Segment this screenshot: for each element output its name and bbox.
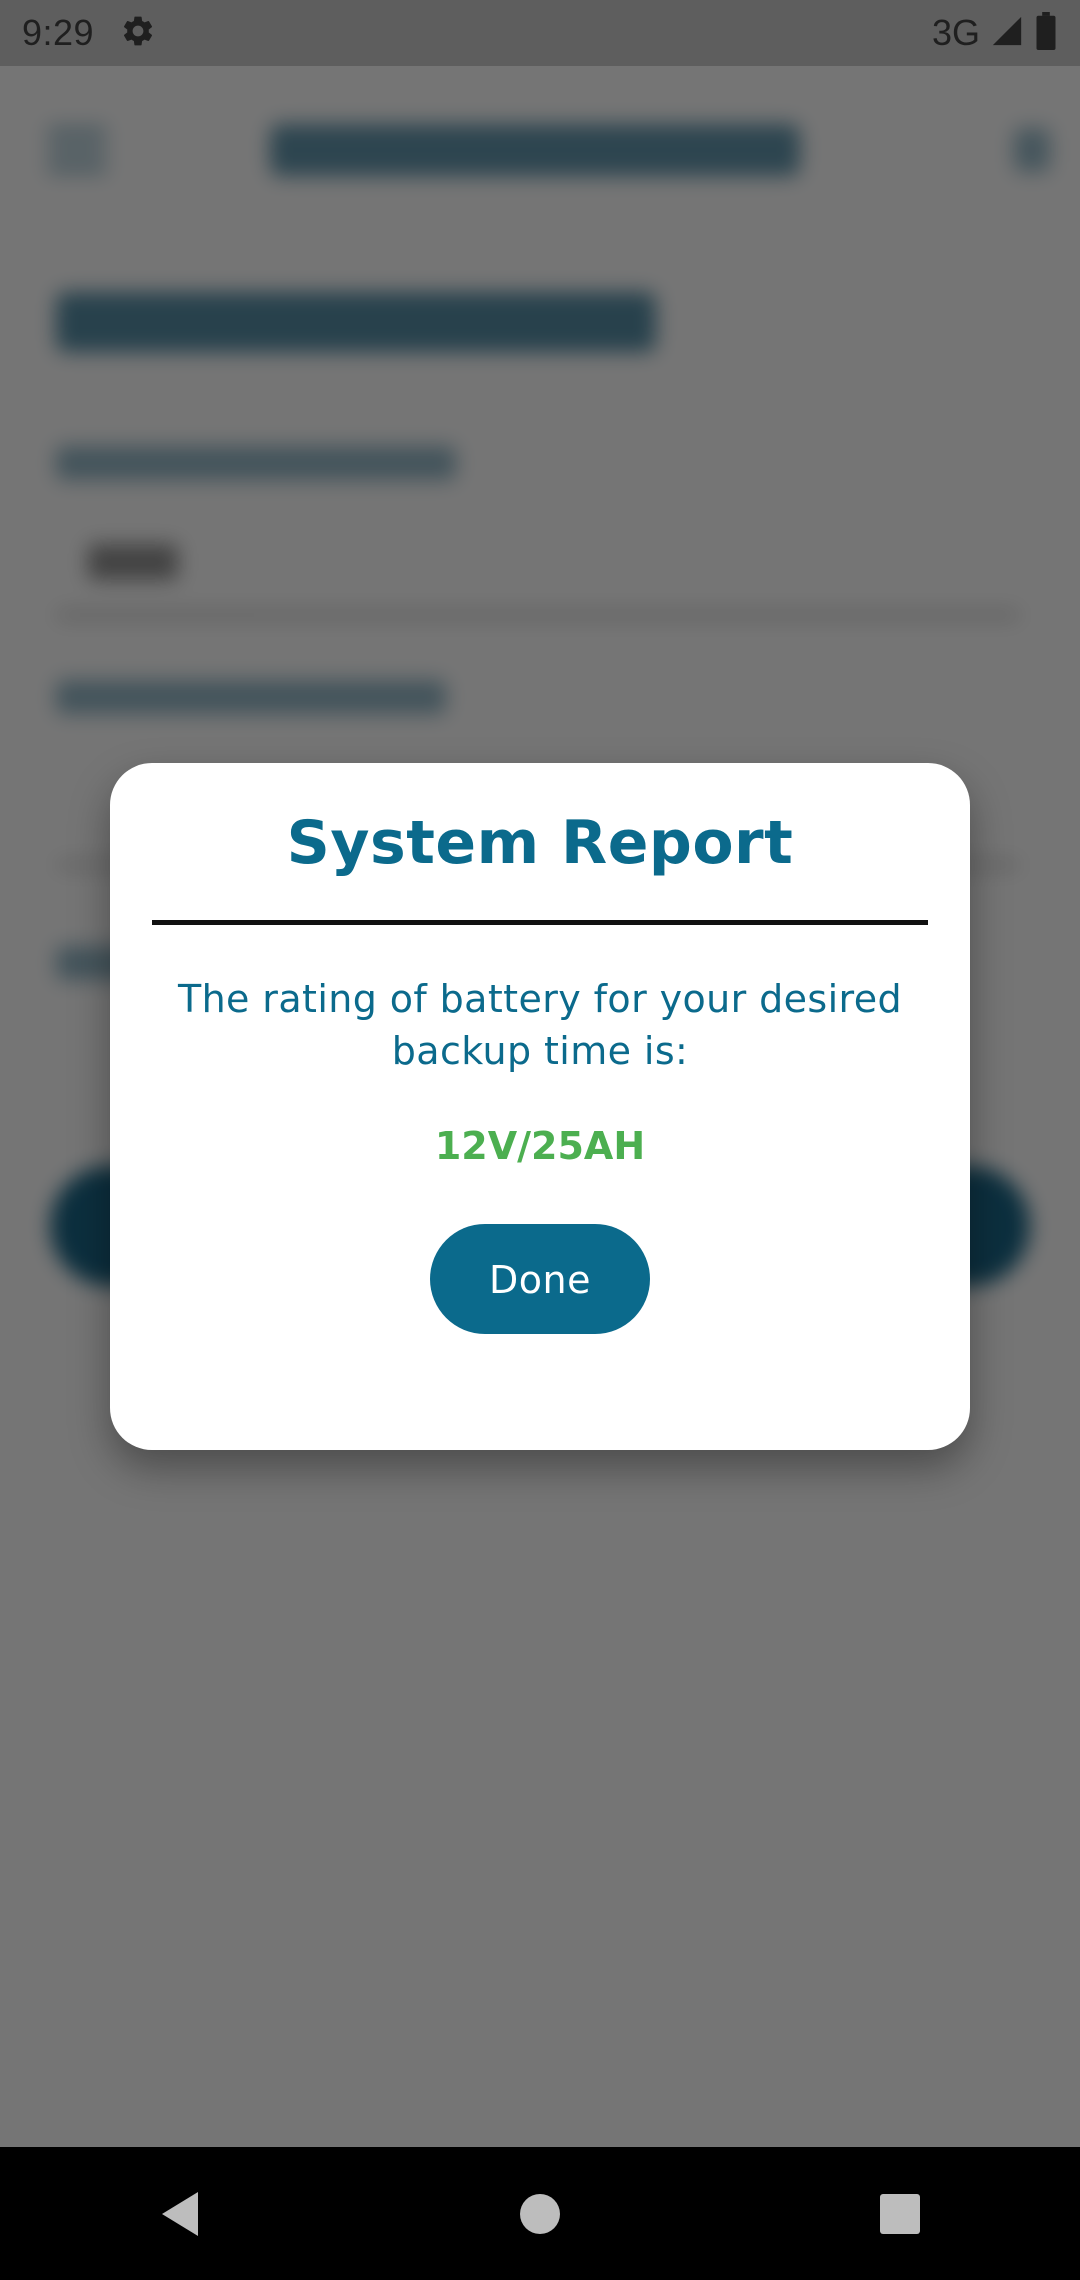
status-left: 9:29 (22, 12, 156, 54)
navigation-bar (0, 2147, 1080, 2280)
dialog-message: The rating of battery for your desired b… (177, 977, 903, 1073)
screen: 9:29 3G System Report The rating of batt… (0, 0, 1080, 2280)
status-right: 3G (932, 12, 1058, 54)
network-type: 3G (931, 12, 980, 53)
recents-square-icon[interactable] (860, 2174, 940, 2254)
status-bar: 9:29 3G (0, 0, 1080, 66)
home-circle-icon[interactable] (500, 2174, 580, 2254)
back-triangle-icon[interactable] (140, 2174, 220, 2254)
battery-icon (1034, 12, 1058, 54)
dialog-title: System Report (286, 808, 794, 878)
gear-icon (120, 13, 156, 53)
status-time: 9:29 (22, 12, 95, 53)
battery-rating-value: 12V/25AH (434, 1124, 646, 1168)
system-report-dialog: System Report The rating of battery for … (110, 763, 970, 1450)
signal-icon (990, 14, 1024, 52)
done-button[interactable]: Done (430, 1224, 650, 1334)
dialog-divider (152, 920, 928, 925)
